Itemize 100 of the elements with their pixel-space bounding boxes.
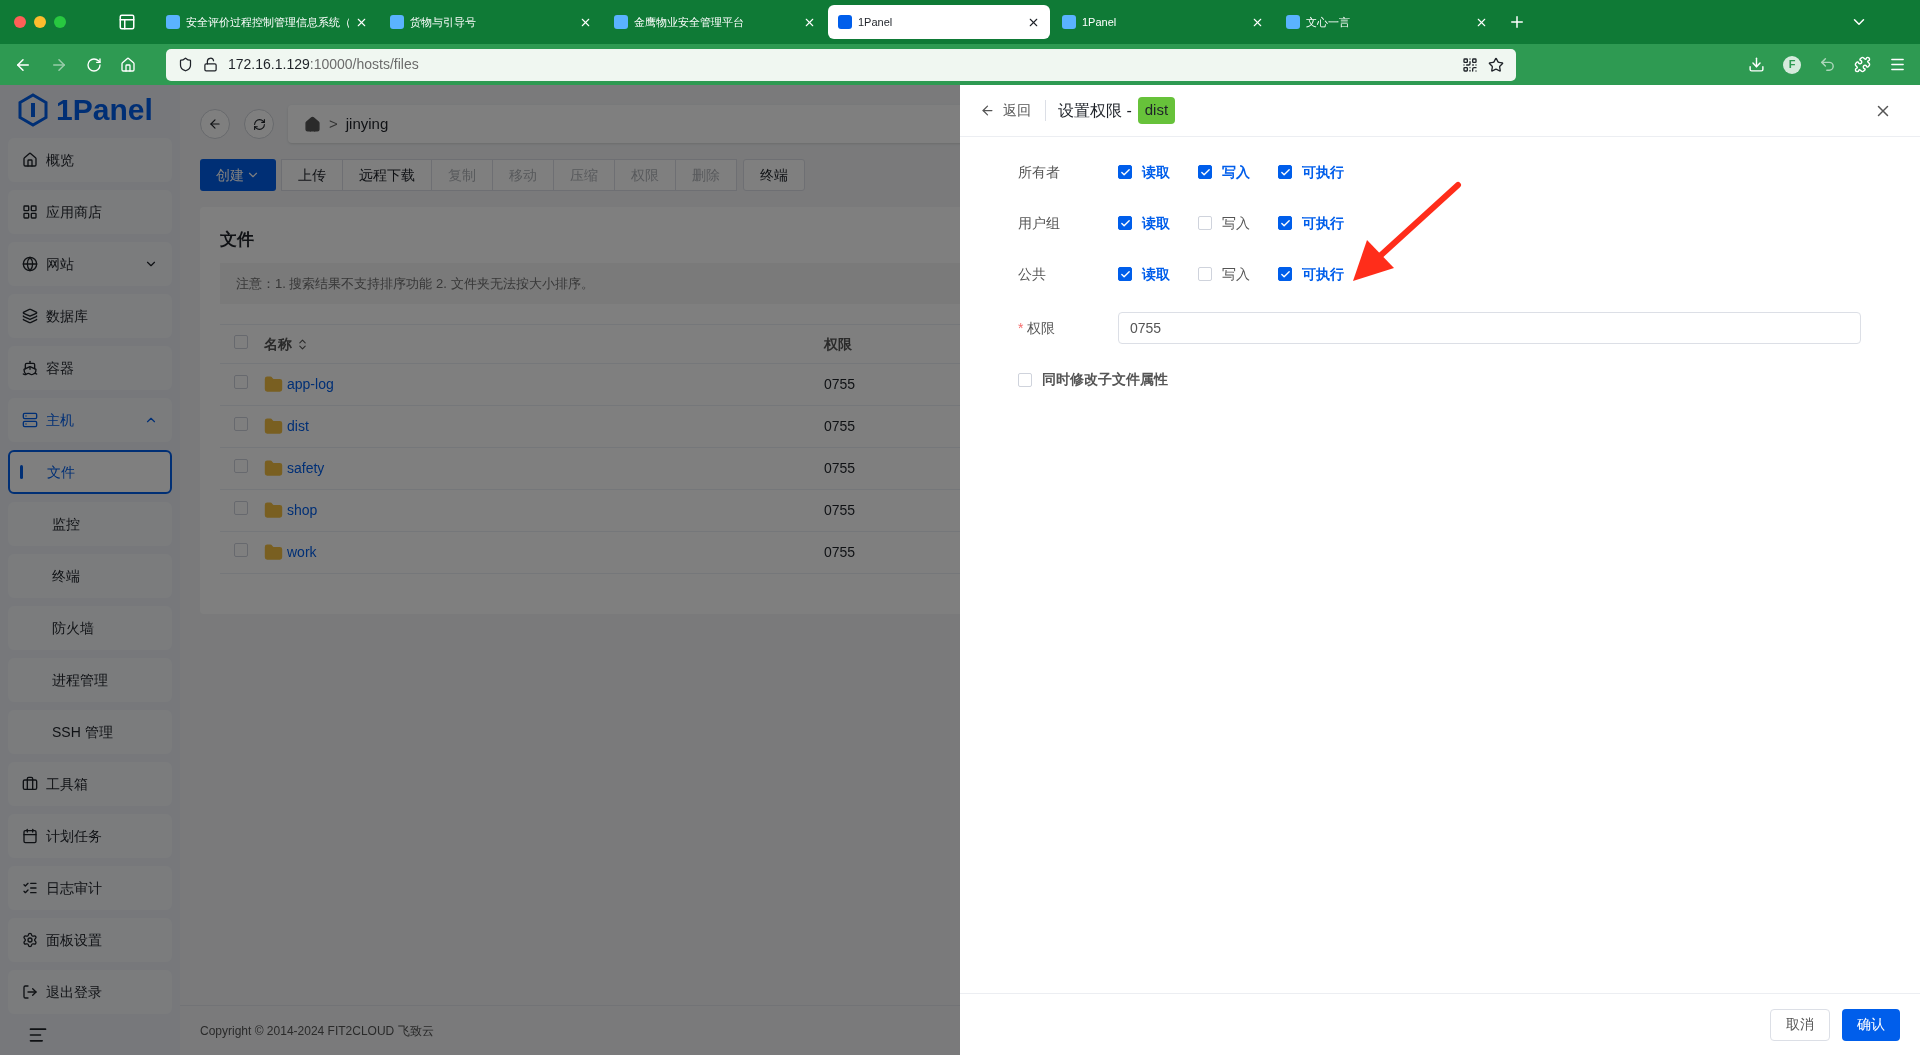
address-bar[interactable]: 172.16.1.129:10000/hosts/files xyxy=(166,48,1516,81)
browser-tab[interactable]: 金鹰物业安全管理平台 xyxy=(604,5,826,39)
menu-item[interactable]: 主机 xyxy=(8,398,172,443)
briefcase-icon xyxy=(22,776,38,793)
bookmark-star-icon[interactable] xyxy=(1488,56,1504,73)
file-name-link[interactable]: dist xyxy=(287,416,309,437)
toolbar-button[interactable]: 远程下载 xyxy=(342,159,432,191)
menu-item[interactable]: 日志审计 xyxy=(8,866,172,911)
checkbox-label[interactable]: 读取 xyxy=(1142,161,1170,183)
reload-icon[interactable] xyxy=(86,56,102,73)
extensions-icon[interactable] xyxy=(1854,56,1871,73)
tab-title: 安全评价过程控制管理信息系统（ xyxy=(186,14,349,30)
permission-input[interactable]: 0755 xyxy=(1118,312,1861,344)
file-name-link[interactable]: app-log xyxy=(287,374,334,395)
checkbox-label[interactable]: 写入 xyxy=(1222,161,1250,183)
checkbox-label[interactable]: 写入 xyxy=(1222,263,1250,285)
menu-item[interactable]: 容器 xyxy=(8,346,172,391)
submenu-item[interactable]: 终端 xyxy=(8,554,172,599)
back-link[interactable]: 返回 xyxy=(980,100,1046,121)
undo-icon[interactable] xyxy=(1819,56,1836,73)
field-label: 所有者 xyxy=(1018,162,1061,182)
field-label: * 权限 xyxy=(1018,318,1057,338)
breadcrumb-item[interactable]: jinying xyxy=(345,112,389,136)
checkbox-label[interactable]: 写入 xyxy=(1222,212,1250,234)
menu-item[interactable]: 概览 xyxy=(8,138,172,183)
logo-text: 1Panel xyxy=(56,92,153,129)
refresh-button[interactable] xyxy=(244,109,274,139)
shield-icon[interactable] xyxy=(178,57,193,72)
browser-tab[interactable]: 安全评价过程控制管理信息系统（ xyxy=(156,5,378,39)
checkbox-label[interactable]: 读取 xyxy=(1142,263,1170,285)
submenu-item[interactable]: 防火墙 xyxy=(8,606,172,651)
favicon-icon xyxy=(390,15,404,29)
qr-code-icon[interactable] xyxy=(1462,56,1478,73)
confirm-button[interactable]: 确认 xyxy=(1842,1008,1900,1041)
checkbox-label[interactable]: 同时修改子文件属性 xyxy=(1042,369,1168,390)
gear-icon xyxy=(22,932,38,949)
table-cell-text: 0755 xyxy=(824,543,856,562)
checkbox[interactable] xyxy=(1118,165,1132,179)
field-label: 用户组 xyxy=(1018,213,1061,233)
file-name-link[interactable]: safety xyxy=(287,458,325,479)
tab-title: 1Panel xyxy=(858,14,894,30)
favicon-icon xyxy=(1286,15,1300,29)
insecure-lock-icon[interactable] xyxy=(203,57,218,72)
checkbox-label[interactable]: 可执行 xyxy=(1302,212,1344,234)
field-label: 公共 xyxy=(1018,264,1047,284)
checkbox[interactable] xyxy=(1278,165,1292,179)
cancel-button[interactable]: 取消 xyxy=(1770,1008,1830,1041)
profile-avatar[interactable]: F xyxy=(1783,55,1801,74)
menu-item[interactable]: 计划任务 xyxy=(8,814,172,859)
browser-tab[interactable]: 1Panel xyxy=(1052,5,1274,39)
back-button[interactable] xyxy=(200,109,230,139)
toolbar-button[interactable]: 上传 xyxy=(281,159,343,191)
menu-item[interactable]: 应用商店 xyxy=(8,190,172,235)
column-header: 权限 xyxy=(824,334,852,354)
checkbox[interactable] xyxy=(1278,267,1292,281)
file-name-tag: dist xyxy=(1137,97,1176,124)
create-button[interactable]: 创建 xyxy=(200,159,276,191)
browser-tab[interactable]: 货物与引导号 xyxy=(380,5,602,39)
menu-item[interactable]: 数据库 xyxy=(8,294,172,339)
browser-tab[interactable]: 文心一言 xyxy=(1276,5,1498,39)
menu-item[interactable]: 工具箱 xyxy=(8,762,172,807)
checkbox-label[interactable]: 可执行 xyxy=(1302,161,1344,183)
menu-item[interactable]: 面板设置 xyxy=(8,918,172,963)
menu-item[interactable]: 退出登录 xyxy=(8,970,172,1015)
home-icon[interactable] xyxy=(304,115,321,133)
column-header[interactable]: 名称 xyxy=(264,333,824,355)
folder-icon xyxy=(264,375,283,394)
favicon-icon xyxy=(838,15,852,29)
checkbox[interactable] xyxy=(1118,267,1132,281)
download-icon[interactable] xyxy=(1748,56,1765,73)
tab-title: 货物与引导号 xyxy=(410,14,477,30)
checkbox[interactable] xyxy=(1278,216,1292,230)
menu-item[interactable]: 网站 xyxy=(8,242,172,287)
required-mark: * xyxy=(1018,319,1024,336)
tab-title: 金鹰物业安全管理平台 xyxy=(634,14,745,30)
submenu-item[interactable]: 进程管理 xyxy=(8,658,172,703)
favicon-icon xyxy=(614,15,628,29)
submenu-item[interactable]: 监控 xyxy=(8,502,172,547)
breadcrumb-separator: > xyxy=(329,113,338,134)
refresh-icon xyxy=(252,117,266,131)
home-icon xyxy=(22,152,38,169)
checkbox[interactable] xyxy=(1118,216,1132,230)
submenu-item[interactable]: 文件 xyxy=(8,450,172,495)
browser-tab[interactable]: 1Panel xyxy=(828,5,1050,39)
submenu-item[interactable]: SSH 管理 xyxy=(8,710,172,755)
menu-icon[interactable] xyxy=(1889,56,1906,73)
sort-icon[interactable] xyxy=(296,337,309,351)
checkbox-label[interactable]: 可执行 xyxy=(1302,263,1344,285)
tab-overview-icon[interactable] xyxy=(118,13,136,31)
file-name-link[interactable]: shop xyxy=(287,500,318,521)
toolbar-button[interactable]: 终端 xyxy=(743,159,805,191)
checkbox-label[interactable]: 读取 xyxy=(1142,212,1170,234)
maximize-window-icon[interactable] xyxy=(54,16,66,28)
checkbox[interactable] xyxy=(1198,165,1212,179)
minimize-window-icon[interactable] xyxy=(34,16,46,28)
new-tab-icon[interactable] xyxy=(1508,13,1526,31)
active-indicator xyxy=(20,465,23,480)
card-title: 文件 xyxy=(220,229,255,251)
file-name-link[interactable]: work xyxy=(287,542,317,563)
logout-icon xyxy=(22,984,38,1001)
